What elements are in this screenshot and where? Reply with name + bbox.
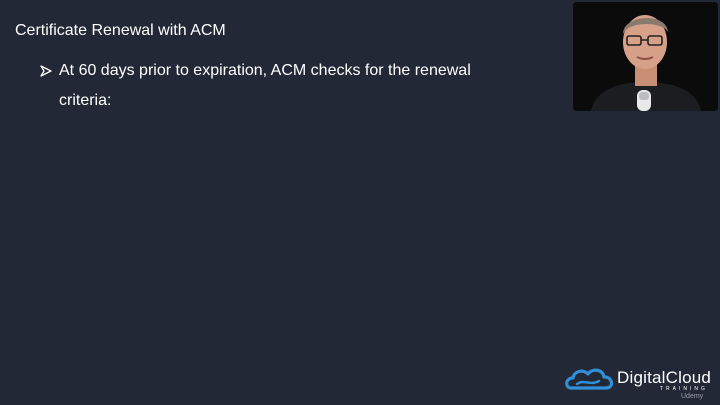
- presenter-image: [573, 2, 718, 111]
- logo-wordmark: DigitalCloud: [617, 368, 712, 387]
- presenter-webcam: [573, 2, 718, 111]
- bullet-line-1: At 60 days prior to expiration, ACM chec…: [59, 62, 471, 79]
- slide-title: Certificate Renewal with ACM: [15, 22, 226, 39]
- digitalcloud-logo: DigitalCloud TRAINING Udemy: [565, 364, 715, 402]
- bullet-item: At 60 days prior to expiration, ACM chec…: [40, 56, 510, 116]
- slide: Certificate Renewal with ACM At 60 days …: [0, 0, 720, 405]
- arrowhead-bullet-icon: [40, 65, 52, 77]
- udemy-watermark: Udemy: [681, 393, 704, 400]
- cloud-logo-icon: [565, 368, 614, 390]
- bullet-line-2: criteria:: [59, 92, 112, 109]
- logo-tagline: TRAINING: [660, 386, 708, 392]
- bullet-text: At 60 days prior to expiration, ACM chec…: [40, 56, 510, 116]
